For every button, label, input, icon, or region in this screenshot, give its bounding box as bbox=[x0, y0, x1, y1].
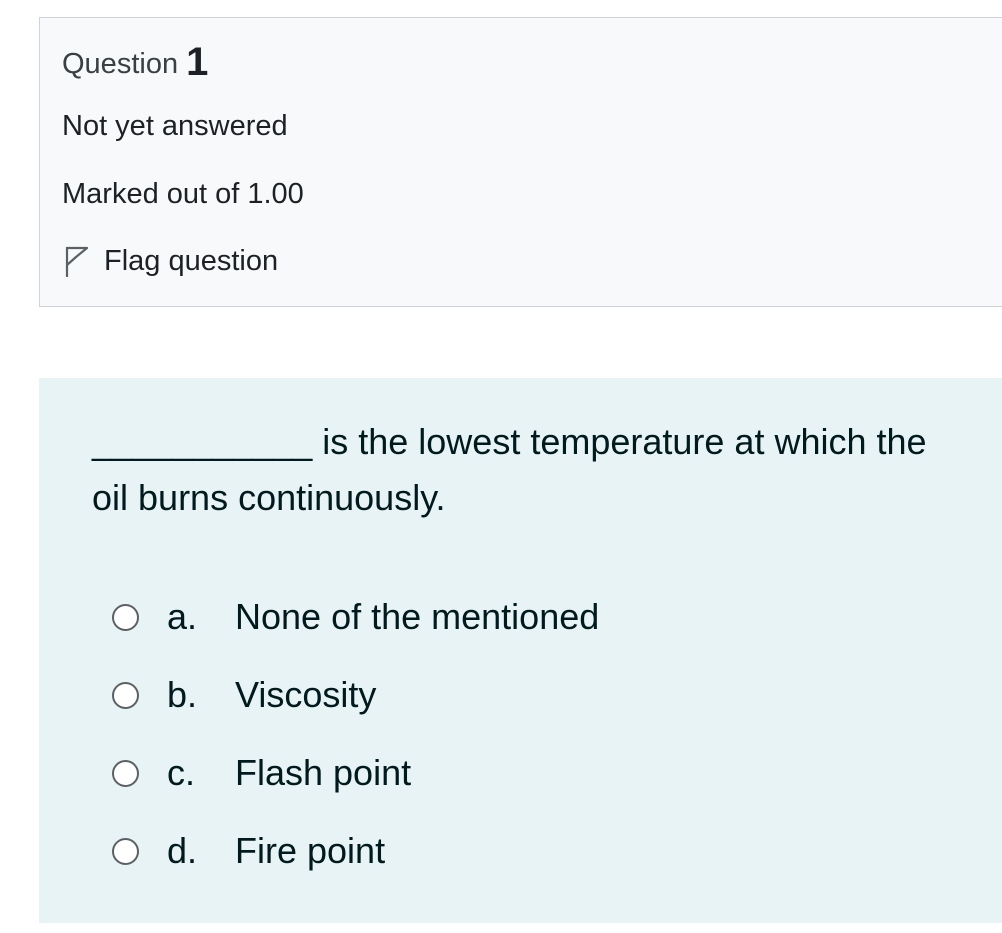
quiz-page: Question 1 Not yet answered Marked out of… bbox=[0, 0, 1002, 933]
question-content-panel: ___________ is the lowest temperature at… bbox=[39, 378, 1002, 923]
question-number: 1 bbox=[186, 40, 209, 84]
question-label: Question bbox=[62, 48, 179, 80]
question-info-panel: Question 1 Not yet answered Marked out of… bbox=[39, 17, 1002, 307]
option-label[interactable]: Fire point bbox=[235, 830, 385, 872]
option-letter: b. bbox=[167, 674, 198, 715]
radio-unselected-icon[interactable] bbox=[112, 681, 139, 709]
option-label[interactable]: Viscosity bbox=[235, 674, 376, 716]
radio-unselected-icon[interactable] bbox=[112, 759, 139, 787]
option-a[interactable]: a. None of the mentioned bbox=[112, 578, 599, 656]
radio-unselected-icon[interactable] bbox=[112, 837, 139, 865]
flag-question-label: Flag question bbox=[104, 244, 279, 277]
question-number-heading: Question 1 bbox=[62, 40, 208, 85]
question-state: Not yet answered bbox=[62, 110, 288, 142]
flag-icon bbox=[65, 246, 89, 277]
question-grade: Marked out of 1.00 bbox=[62, 178, 304, 210]
answer-options: a. None of the mentioned b. Viscosity c.… bbox=[112, 578, 599, 890]
option-letter: d. bbox=[167, 830, 198, 871]
option-b[interactable]: b. Viscosity bbox=[112, 656, 599, 734]
flag-question-link[interactable]: Flag question bbox=[62, 244, 278, 278]
option-c[interactable]: c. Flash point bbox=[112, 734, 599, 812]
option-label[interactable]: None of the mentioned bbox=[235, 596, 599, 638]
radio-unselected-icon[interactable] bbox=[112, 603, 139, 631]
question-text: ___________ is the lowest temperature at… bbox=[92, 421, 927, 518]
option-letter: a. bbox=[167, 596, 198, 637]
option-d[interactable]: d. Fire point bbox=[112, 812, 599, 890]
option-label[interactable]: Flash point bbox=[235, 752, 411, 794]
option-letter: c. bbox=[167, 752, 196, 793]
